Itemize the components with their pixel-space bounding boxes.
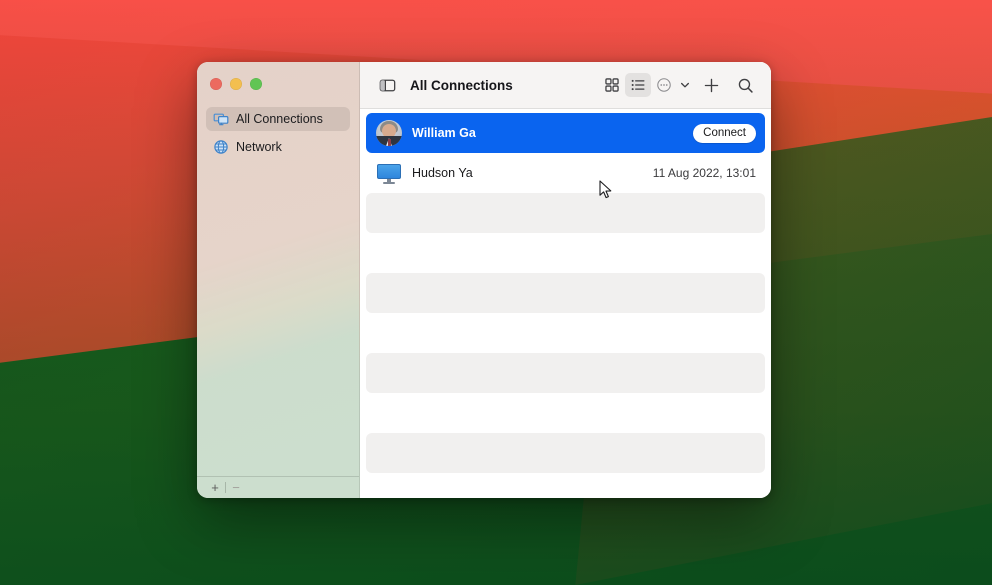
empty-row (366, 393, 765, 433)
avatar (376, 120, 402, 146)
sidebar-item-label: Network (236, 140, 282, 154)
empty-row (366, 193, 765, 233)
list-view-icon[interactable] (625, 73, 651, 97)
monitor-icon (376, 160, 402, 186)
close-button[interactable] (210, 78, 222, 90)
desktop-wallpaper: All Connections Network + − (0, 0, 992, 585)
grid-view-icon[interactable] (599, 73, 625, 97)
empty-row (366, 233, 765, 273)
plus-icon[interactable] (698, 73, 724, 97)
empty-row (366, 313, 765, 353)
chevron-down-icon[interactable] (677, 74, 692, 96)
sidebar-item-network[interactable]: Network (206, 135, 350, 159)
sidebar: All Connections Network + − (197, 62, 360, 498)
globe-icon (213, 139, 229, 155)
empty-row (366, 353, 765, 393)
sidebar-item-list: All Connections Network (197, 86, 359, 476)
sidebar-bottom-bar: + − (197, 476, 359, 498)
sidebar-item-label: All Connections (236, 112, 323, 126)
more-options-circle-icon[interactable] (651, 73, 677, 97)
connection-name: Hudson Ya (412, 166, 473, 180)
app-window: All Connections Network + − (197, 62, 771, 498)
connect-button[interactable]: Connect (693, 124, 756, 143)
table-row[interactable]: William Ga Connect (366, 113, 765, 153)
search-icon[interactable] (732, 73, 758, 97)
empty-row (366, 433, 765, 473)
page-title: All Connections (410, 78, 513, 93)
minimize-button[interactable] (230, 78, 242, 90)
connection-name: William Ga (412, 126, 476, 140)
table-row[interactable]: Hudson Ya 11 Aug 2022, 13:01 (366, 153, 765, 193)
sidebar-item-all-connections[interactable]: All Connections (206, 107, 350, 131)
window-titlebar (197, 62, 359, 86)
empty-row (366, 273, 765, 313)
toolbar: All Connections (360, 62, 771, 109)
add-connection-button[interactable]: + (205, 479, 225, 497)
main-panel: All Connections (360, 62, 771, 498)
zoom-button[interactable] (250, 78, 262, 90)
traffic-lights (210, 78, 262, 90)
sidebar-toggle-icon[interactable] (374, 73, 400, 97)
connection-list[interactable]: William Ga Connect Hudson Ya 11 Aug 2022… (360, 109, 771, 498)
screens-icon (213, 111, 229, 127)
remove-connection-button[interactable]: − (226, 479, 246, 497)
more-options-group (651, 73, 692, 97)
connection-date: 11 Aug 2022, 13:01 (653, 166, 756, 180)
